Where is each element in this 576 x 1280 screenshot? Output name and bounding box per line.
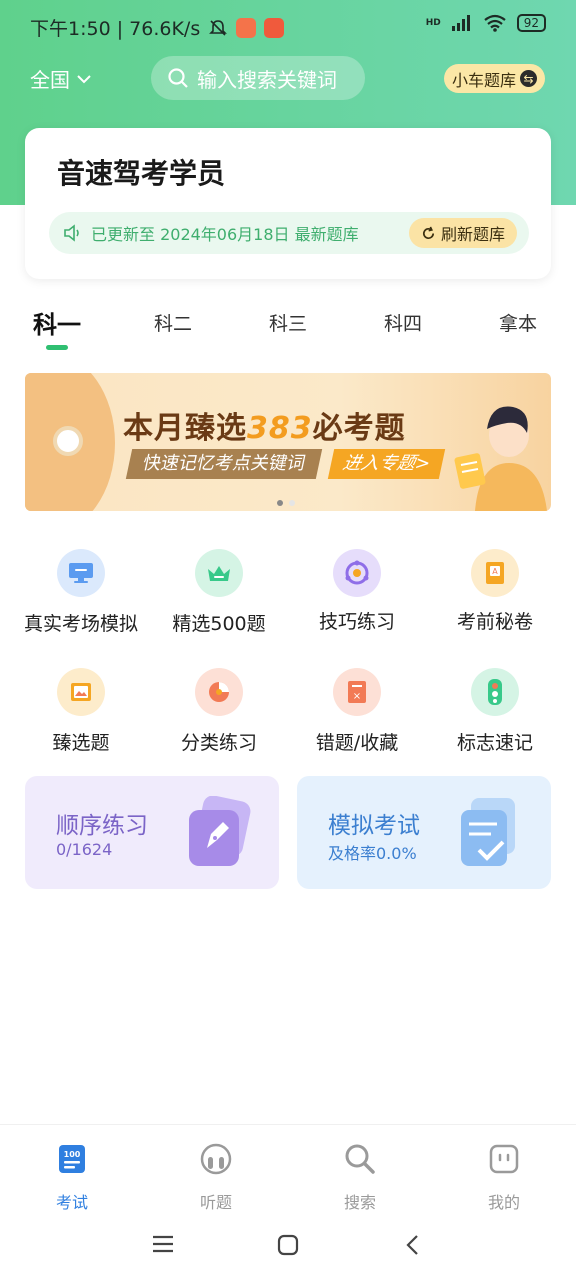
region-selector[interactable]: 全国 [30,64,92,93]
wifi-icon [484,14,506,32]
grid-label: 技巧练习 [318,611,395,633]
tab-subject-2[interactable]: 科二 [154,309,192,336]
update-notice: 已更新至 2024年06月18日 最新题库 刷新题库 [49,212,529,254]
person-illustration [454,406,547,511]
sequential-practice-title: 顺序练习 [56,813,148,839]
grid-pre-exam-papers[interactable]: A 考前秘卷 [426,549,564,634]
grid-selected-500[interactable]: 精选500题 [150,549,288,636]
status-time-speed: 下午1:50 | 76.6K/s [30,18,201,40]
grid-wrong-favorites[interactable]: × 错题/收藏 [288,668,426,755]
monitor-icon [57,549,105,597]
status-right: HD 92 [426,14,546,32]
qbank-switch-button[interactable]: 小车题库 ⇆ [444,64,545,93]
svg-text:×: × [353,691,361,702]
pagination-dot-active [277,500,283,506]
grid-label: 臻选题 [52,732,110,754]
home-icon[interactable] [277,1234,299,1256]
tab-subject-4[interactable]: 科四 [384,309,422,336]
grid-label: 分类练习 [180,732,257,754]
search-icon [168,68,188,88]
nav-listen[interactable]: 听题 [176,1143,256,1213]
mock-exam-card[interactable]: 模拟考试 及格率0.0% [297,776,551,889]
banner-title-suffix: 必考题 [312,411,406,446]
document-check-icon [461,798,515,866]
banner-title-prefix: 本月臻选 [123,411,247,446]
mock-exam-pass-rate: 及格率0.0% [328,844,417,863]
hd-label: HD [425,18,441,28]
subject-tabs: 科一 科二 科三 科四 拿本 [0,305,576,355]
nav-label: 听题 [199,1193,232,1212]
status-bar: 下午1:50 | 76.6K/s HD 92 [0,0,576,52]
battery-indicator: 92 [516,14,546,32]
grid-skill-practice[interactable]: 技巧练习 [288,549,426,634]
tab-subject-3[interactable]: 科三 [269,309,307,336]
grid-label: 精选500题 [172,613,266,635]
grid-label: 标志速记 [456,732,533,754]
menu-icon[interactable] [152,1234,174,1254]
picture-icon [57,668,105,716]
bottom-nav: 100 考试 听题 搜索 我的 [0,1124,576,1220]
grid-category-practice[interactable]: 分类练习 [150,668,288,755]
listen-icon [200,1143,232,1175]
sequential-practice-card[interactable]: 顺序练习 0/1624 [25,776,279,889]
pagination-dot [289,500,295,506]
search-bar[interactable]: 输入搜索关键词 [151,56,365,100]
banner-subtitle: 快速记忆考点关键词 [125,449,323,479]
grid-real-exam-simulation[interactable]: 真实考场模拟 [12,549,150,636]
chevron-down-icon [77,74,91,83]
active-tab-indicator [46,345,68,350]
grid-label: 错题/收藏 [315,732,399,754]
pen-card-icon [189,796,251,866]
student-card: 音速驾考学员 已更新至 2024年06月18日 最新题库 刷新题库 [25,128,551,279]
crown-icon [195,549,243,597]
tab-subject-1[interactable]: 科一 [33,305,81,340]
nav-label: 我的 [487,1193,520,1212]
profile-icon [488,1143,520,1175]
banner-pagination [277,500,295,506]
cell-signal-icon [451,15,470,31]
nav-profile[interactable]: 我的 [464,1143,544,1213]
status-left: 下午1:50 | 76.6K/s [30,14,285,41]
traffic-light-icon [471,668,519,716]
nav-exam[interactable]: 100 考试 [32,1143,112,1213]
banner-title: 本月臻选383必考题 [123,403,406,447]
skill-icon [333,549,381,597]
swap-icon: ⇆ [520,70,537,87]
notebook-icon: × [333,668,381,716]
exam-icon: 100 [56,1143,88,1175]
notification-app-icon-2 [264,17,285,38]
banner-title-number: 383 [247,411,313,446]
mute-icon [209,19,228,36]
grid-label: 真实考场模拟 [23,613,138,635]
book-icon: A [471,549,519,597]
svg-text:A: A [492,567,498,576]
speaker-icon [64,224,79,242]
banner-cta[interactable]: 进入专题> [327,449,446,479]
update-text: 已更新至 2024年06月18日 最新题库 [91,225,359,244]
notification-app-icon [236,17,257,38]
pie-chart-icon [195,668,243,716]
nav-label: 搜索 [343,1193,376,1212]
search-placeholder: 输入搜索关键词 [197,67,337,92]
tab-get-license[interactable]: 拿本 [499,309,537,336]
refresh-label: 刷新题库 [440,225,505,244]
grid-sign-memorize[interactable]: 标志速记 [426,668,564,755]
grid-label: 考前秘卷 [456,611,533,633]
mock-exam-title: 模拟考试 [328,813,420,839]
refresh-qbank-button[interactable]: 刷新题库 [408,218,517,248]
student-name: 音速驾考学员 [57,157,226,190]
search-icon [344,1143,376,1175]
back-icon[interactable] [405,1234,419,1256]
grid-premium-questions[interactable]: 臻选题 [12,668,150,755]
nav-label: 考试 [55,1193,88,1212]
svg-text:100: 100 [64,1150,81,1159]
nav-search[interactable]: 搜索 [320,1143,400,1213]
refresh-icon [422,226,435,239]
sequential-practice-progress: 0/1624 [56,840,113,859]
qbank-label: 小车题库 [451,70,516,90]
promo-banner[interactable]: 本月臻选383必考题 快速记忆考点关键词 进入专题> [25,373,551,511]
banner-badge-icon [53,426,83,456]
region-label: 全国 [30,68,70,92]
system-navigation-bar [0,1220,576,1280]
